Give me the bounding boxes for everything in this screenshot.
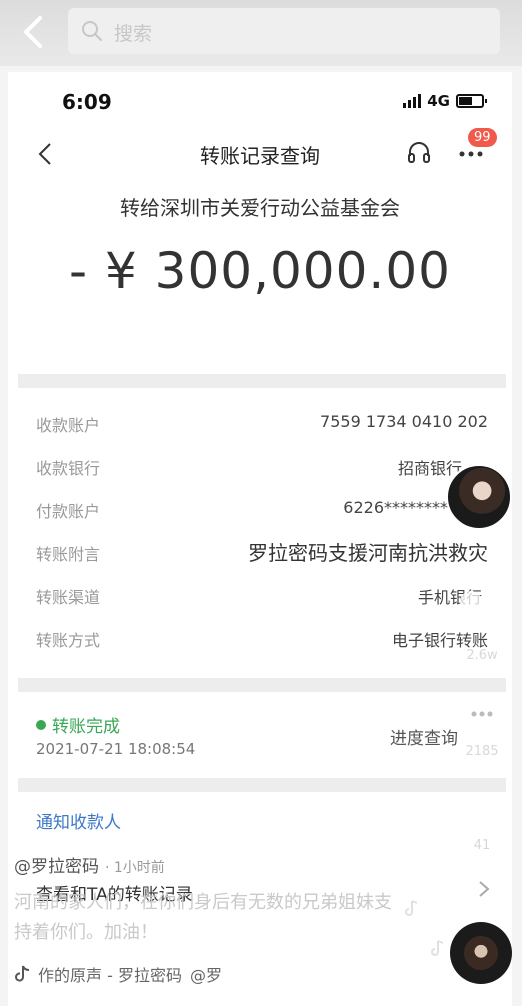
detail-label: 收款银行	[36, 459, 101, 478]
status-indicators: 4G	[403, 92, 487, 110]
music-line[interactable]: 作的原声 - 罗拉密码 @罗	[14, 962, 222, 986]
detail-row: 收款账户 7559 1734 0410 202	[8, 402, 512, 444]
battery-icon	[456, 94, 487, 108]
notify-payee-link[interactable]: 通知收款人	[36, 808, 121, 833]
recipient-text: 转给深圳市关爱行动公益基金会	[120, 196, 400, 220]
share-count: 41	[473, 838, 491, 853]
detail-value: 6226********	[343, 498, 448, 517]
detail-label: 收款账户	[36, 416, 101, 435]
detail-row: 付款账户 6226********	[8, 488, 512, 530]
page-title: 转账记录查询	[200, 144, 320, 168]
comment-count: 2185	[465, 744, 499, 759]
back-arrow-icon[interactable]	[18, 14, 48, 50]
network-type: 4G	[427, 92, 450, 110]
post-time: · 1小时前	[105, 860, 165, 876]
detail-row: 收款银行 招商银行	[8, 445, 512, 487]
status-time: 6:09	[62, 90, 112, 114]
search-input[interactable]: 搜索	[68, 8, 500, 54]
music-note-icon	[405, 900, 418, 916]
search-placeholder: 搜索	[114, 23, 153, 45]
detail-label: 转账方式	[36, 631, 101, 650]
detail-label: 付款账户	[36, 502, 101, 521]
outer-top-bar: 搜索	[0, 0, 522, 66]
headset-icon[interactable]	[406, 140, 432, 166]
transfer-amount: - ¥ 300,000.00	[69, 242, 451, 300]
section-divider	[18, 374, 506, 388]
section-divider	[18, 778, 506, 792]
like-count: 2.6w	[466, 648, 498, 663]
search-icon	[82, 21, 102, 41]
disc-avatar	[464, 936, 498, 970]
progress-query-link[interactable]: 进度查询	[390, 724, 458, 749]
tiktok-note-icon	[15, 965, 30, 982]
detail-value: 罗拉密码支援河南抗洪救灾	[248, 541, 488, 565]
comment-icon[interactable]	[456, 690, 508, 742]
video-caption: 河南的家人们，在你们身后有无数的兄弟姐妹支持着你们。加油！	[14, 892, 392, 943]
detail-label: 转账渠道	[36, 588, 101, 607]
heart-icon[interactable]	[456, 588, 508, 640]
signal-icon	[403, 94, 422, 108]
transfer-status: 转账完成	[36, 712, 120, 737]
music-mention: @罗	[189, 966, 222, 985]
section-divider	[18, 678, 506, 692]
creator-avatar[interactable]	[446, 464, 512, 530]
detail-row: 转账附言 罗拉密码支援河南抗洪救灾	[8, 531, 512, 573]
music-disc[interactable]	[450, 922, 512, 984]
music-note-icon	[431, 940, 444, 956]
status-datetime: 2021-07-21 18:08:54	[36, 740, 196, 758]
nav-bar: 转账记录查询 99	[8, 128, 512, 178]
notification-badge: 99	[468, 128, 497, 147]
more-icon[interactable]	[458, 150, 484, 158]
status-label: 转账完成	[52, 717, 120, 737]
detail-row: 转账方式 电子银行转账	[8, 617, 512, 659]
success-dot-icon	[36, 719, 46, 730]
detail-label: 转账附言	[36, 545, 101, 564]
chevron-right-icon[interactable]	[478, 880, 490, 898]
status-bar: 6:09 4G	[8, 72, 512, 128]
music-title: 作的原声 - 罗拉密码	[38, 966, 182, 985]
share-icon[interactable]	[456, 786, 508, 838]
author-line: @罗拉密码 · 1小时前	[14, 852, 165, 877]
detail-row: 转账渠道 手机银行	[8, 574, 512, 616]
detail-value: 7559 1734 0410 202	[320, 412, 488, 431]
author-name[interactable]: @罗拉密码	[14, 857, 99, 877]
